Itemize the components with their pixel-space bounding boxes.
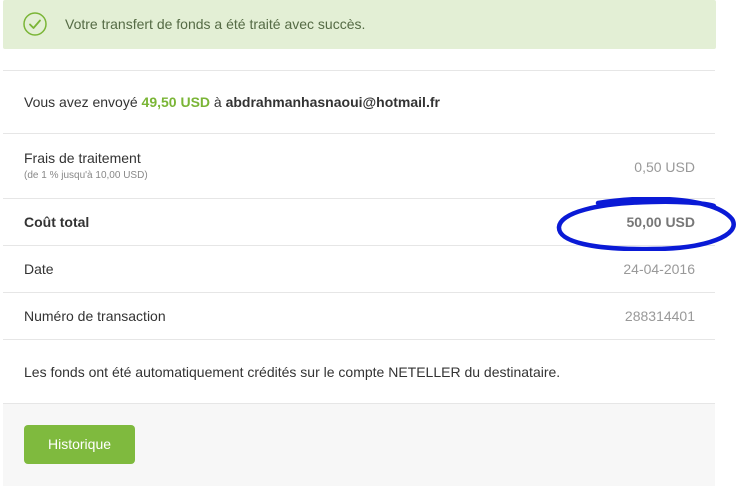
sent-to-word: à (213, 94, 222, 110)
fee-row: Frais de traitement (de 1 % jusqu'à 10,0… (3, 134, 715, 199)
history-button[interactable]: Historique (24, 425, 135, 464)
fee-value: 0,50 USD (634, 159, 695, 175)
total-value: 50,00 USD (626, 214, 695, 230)
info-message: Les fonds ont été automatiquement crédit… (24, 364, 561, 380)
info-row: Les fonds ont été automatiquement crédit… (3, 340, 715, 403)
sent-amount: 49,50 USD (141, 94, 211, 110)
recipient-email: abdrahmanhasnaoui@hotmail.fr (225, 94, 440, 110)
success-alert: Votre transfert de fonds a été traité av… (3, 0, 716, 49)
footer: Historique (3, 403, 715, 486)
transaction-row: Numéro de transaction 288314401 (3, 293, 715, 340)
transfer-summary-card: Vous avez envoyé 49,50 USD à abdrahmanha… (3, 70, 715, 486)
sent-summary-row: Vous avez envoyé 49,50 USD à abdrahmanha… (3, 71, 715, 134)
transaction-value: 288314401 (624, 308, 695, 324)
date-value: 24-04-2016 (623, 261, 695, 277)
sent-prefix: Vous avez envoyé (24, 94, 138, 110)
fee-note: (de 1 % jusqu'à 10,00 USD) (24, 170, 148, 181)
fee-label: Frais de traitement (24, 150, 141, 166)
date-label: Date (24, 261, 54, 277)
transaction-label: Numéro de transaction (24, 308, 166, 324)
total-label: Coût total (24, 214, 90, 230)
success-message: Votre transfert de fonds a été traité av… (65, 16, 366, 32)
check-circle-icon (23, 12, 47, 36)
date-row: Date 24-04-2016 (3, 246, 715, 293)
sent-summary: Vous avez envoyé 49,50 USD à abdrahmanha… (24, 94, 440, 110)
total-row: Coût total 50,00 USD (3, 199, 715, 246)
